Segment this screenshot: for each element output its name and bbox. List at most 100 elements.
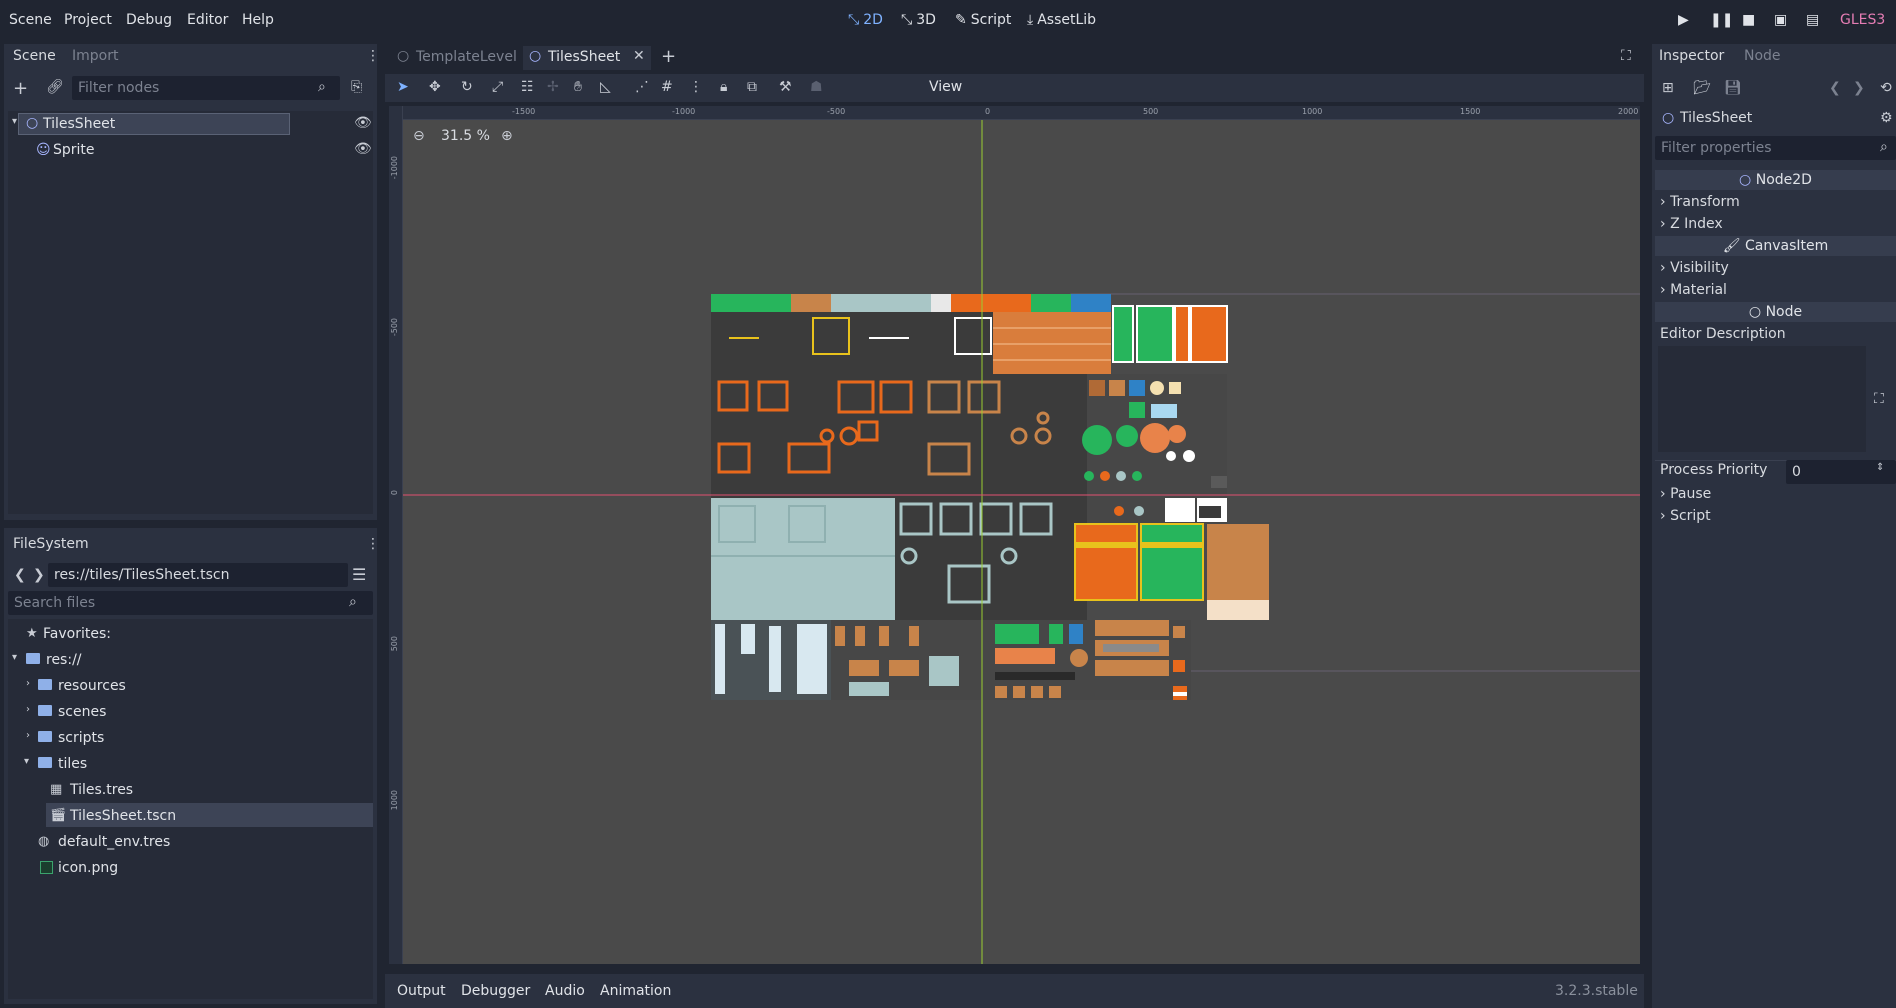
tab-animation[interactable]: Animation bbox=[600, 983, 671, 999]
property-script[interactable]: › Script bbox=[1660, 508, 1711, 524]
scale-tool-icon[interactable]: ⤢ bbox=[492, 79, 503, 95]
canvas-viewport[interactable]: ⊖ 31.5 % ⊕ bbox=[389, 106, 1640, 964]
favorites-label[interactable]: Favorites: bbox=[43, 626, 111, 642]
property-pause[interactable]: › Pause bbox=[1660, 486, 1711, 502]
menu-dots-icon[interactable]: ⋮ bbox=[366, 48, 380, 64]
script-attach-icon[interactable]: ⎘ bbox=[351, 79, 362, 95]
mode-assetlib-button[interactable]: ⤓ AssetLib bbox=[1027, 12, 1096, 28]
menu-dots-icon[interactable]: ⋮ bbox=[366, 536, 380, 552]
object-properties-icon[interactable]: ⚙ bbox=[1880, 110, 1893, 126]
move-tool-icon[interactable]: ✥ bbox=[429, 79, 441, 95]
folder-scripts[interactable]: scripts bbox=[58, 730, 104, 746]
smart-snap-icon[interactable]: ⋰ bbox=[635, 79, 649, 95]
editor-description-field[interactable] bbox=[1658, 346, 1866, 452]
menu-editor[interactable]: Editor bbox=[187, 12, 228, 28]
chevron-right-icon[interactable]: › bbox=[26, 678, 30, 689]
add-node-icon[interactable]: + bbox=[13, 78, 28, 99]
folder-tiles[interactable]: tiles bbox=[58, 756, 87, 772]
lock-icon[interactable]: 🔒︎ bbox=[720, 79, 727, 95]
mode-2d-button[interactable]: ⤡ 2D bbox=[848, 12, 883, 28]
grid-snap-icon[interactable]: # bbox=[661, 79, 673, 95]
mode-3d-button[interactable]: ⤡ 3D bbox=[901, 12, 936, 28]
close-icon[interactable]: ✕ bbox=[633, 48, 645, 64]
tab-import[interactable]: Import bbox=[72, 48, 118, 64]
spinner-icon[interactable]: ⇕ bbox=[1876, 462, 1884, 473]
nav-forward-icon[interactable]: ❯ bbox=[33, 567, 45, 583]
menu-debug[interactable]: Debug bbox=[126, 12, 172, 28]
nav-back-icon[interactable]: ❮ bbox=[14, 567, 26, 583]
property-transform[interactable]: › Transform bbox=[1660, 194, 1740, 210]
property-material[interactable]: › Material bbox=[1660, 282, 1727, 298]
select-tool-icon[interactable]: ➤ bbox=[397, 79, 409, 95]
menu-help[interactable]: Help bbox=[242, 12, 274, 28]
tab-inspector[interactable]: Inspector bbox=[1659, 48, 1724, 64]
property-zindex[interactable]: › Z Index bbox=[1660, 216, 1723, 232]
file-tilessheet-tscn[interactable]: TilesSheet.tscn bbox=[70, 808, 176, 824]
history-forward-icon[interactable]: ❯ bbox=[1853, 80, 1865, 96]
tab-audio[interactable]: Audio bbox=[545, 983, 585, 999]
tree-node-sprite[interactable]: Sprite bbox=[53, 142, 95, 158]
chevron-down-icon[interactable]: ▾ bbox=[12, 652, 17, 663]
more-options-icon[interactable]: ⋮ bbox=[689, 79, 703, 95]
rotate-tool-icon[interactable]: ↻ bbox=[461, 79, 473, 95]
stop-icon[interactable]: ■ bbox=[1742, 12, 1755, 28]
list-select-icon[interactable]: ☷ bbox=[521, 79, 534, 95]
open-folder-icon[interactable]: 📂︎ bbox=[1693, 80, 1711, 96]
folder-res[interactable]: res:// bbox=[46, 652, 82, 668]
tab-tilessheet[interactable]: ○ TilesSheet ✕ bbox=[523, 46, 651, 70]
pivot-tool-icon[interactable]: ✢ bbox=[547, 79, 559, 95]
visibility-eye-icon[interactable]: 👁︎ bbox=[354, 141, 372, 157]
mode-script-button[interactable]: ✎ Script bbox=[955, 12, 1011, 28]
path-field[interactable]: res://tiles/TilesSheet.tscn bbox=[48, 563, 348, 587]
view-menu[interactable]: View bbox=[929, 79, 962, 95]
file-icon-png[interactable]: icon.png bbox=[58, 860, 118, 876]
new-resource-icon[interactable]: ⊞ bbox=[1662, 80, 1674, 96]
tab-node[interactable]: Node bbox=[1744, 48, 1781, 64]
fullscreen-icon[interactable]: ⛶ bbox=[1621, 48, 1631, 64]
zoom-level[interactable]: 31.5 % bbox=[441, 128, 490, 144]
renderer-label[interactable]: GLES3 bbox=[1840, 12, 1885, 28]
pause-icon[interactable]: ❚❚ bbox=[1710, 12, 1733, 28]
save-icon[interactable]: 💾︎ bbox=[1724, 80, 1742, 96]
file-default-env[interactable]: default_env.tres bbox=[58, 834, 170, 850]
menu-project[interactable]: Project bbox=[64, 12, 112, 28]
folder-scenes[interactable]: scenes bbox=[58, 704, 106, 720]
camera-override-icon[interactable]: ☗ bbox=[810, 79, 823, 95]
tree-node-tilessheet[interactable]: TilesSheet bbox=[43, 116, 115, 132]
pan-tool-icon[interactable]: ✋︎ bbox=[574, 79, 582, 95]
tab-output[interactable]: Output bbox=[397, 983, 446, 999]
split-view-icon[interactable]: ☰ bbox=[352, 565, 366, 584]
zoom-in-icon[interactable]: ⊕ bbox=[501, 128, 513, 144]
tab-debugger[interactable]: Debugger bbox=[461, 983, 530, 999]
link-icon[interactable]: 🔗︎ bbox=[46, 79, 64, 95]
history-icon[interactable]: ⟲ bbox=[1880, 80, 1892, 96]
zoom-out-icon[interactable]: ⊖ bbox=[413, 128, 425, 144]
play-icon[interactable]: ▶ bbox=[1678, 12, 1689, 28]
visibility-eye-icon[interactable]: 👁︎ bbox=[354, 115, 372, 131]
filter-properties-input[interactable]: Filter properties bbox=[1655, 136, 1896, 160]
bone-icon[interactable]: ⚒ bbox=[779, 79, 792, 95]
chevron-right-icon[interactable]: › bbox=[26, 704, 30, 715]
group-icon[interactable]: ⧉ bbox=[747, 79, 757, 95]
chevron-right-icon[interactable]: › bbox=[26, 730, 30, 741]
tab-templatelevel[interactable]: ○ TemplateLevel bbox=[389, 46, 519, 70]
play-custom-scene-icon[interactable]: ▤ bbox=[1806, 12, 1819, 28]
play-scene-icon[interactable]: ▣ bbox=[1774, 12, 1787, 28]
vertical-ruler[interactable]: -1000 -500 0 500 1000 bbox=[389, 106, 403, 964]
history-back-icon[interactable]: ❮ bbox=[1829, 80, 1841, 96]
menu-scene[interactable]: Scene bbox=[9, 12, 52, 28]
search-files-input[interactable]: Search files bbox=[8, 591, 373, 615]
folder-resources[interactable]: resources bbox=[58, 678, 126, 694]
ruler-tool-icon[interactable]: ◺ bbox=[600, 79, 611, 95]
chevron-down-icon[interactable]: ▾ bbox=[12, 116, 17, 127]
chevron-down-icon[interactable]: ▾ bbox=[24, 756, 29, 767]
property-visibility[interactable]: › Visibility bbox=[1660, 260, 1729, 276]
tab-scene[interactable]: Scene bbox=[13, 48, 56, 64]
expand-icon[interactable]: ⛶ bbox=[1874, 391, 1884, 407]
file-tiles-tres[interactable]: Tiles.tres bbox=[70, 782, 133, 798]
2d-icon: ⤡ bbox=[848, 12, 860, 28]
filter-nodes-input[interactable]: Filter nodes bbox=[72, 76, 340, 100]
horizontal-ruler[interactable]: -1500 -1000 -500 0 500 1000 1500 2000 bbox=[389, 106, 1640, 120]
add-tab-icon[interactable]: + bbox=[661, 46, 676, 67]
filesystem-title[interactable]: FileSystem bbox=[13, 536, 89, 552]
